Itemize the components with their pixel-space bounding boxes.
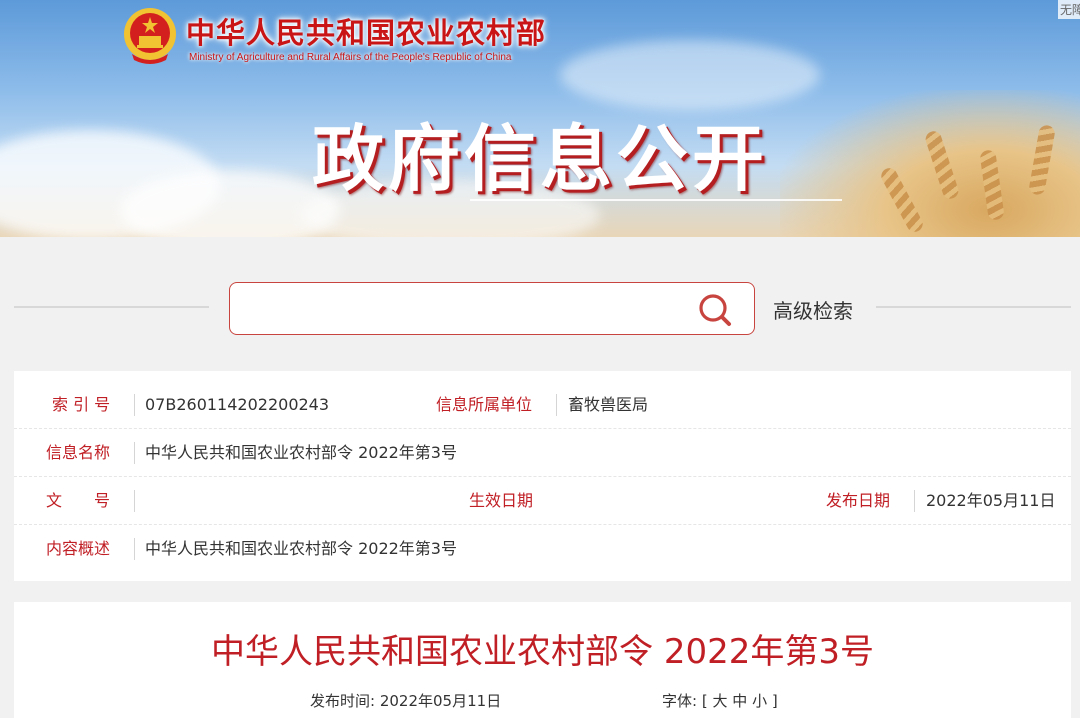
info-table: 索 引 号 07B260114202200243 信息所属单位 畜牧兽医局 信息…	[14, 371, 1071, 581]
font-size-medium-button[interactable]: 中	[732, 692, 747, 710]
publish-time: 发布时间: 2022年05月11日	[310, 690, 501, 711]
ministry-name-en: Ministry of Agriculture and Rural Affair…	[189, 52, 512, 63]
font-size-label: 字体:	[662, 692, 698, 710]
index-number-value: 07B260114202200243	[145, 395, 330, 414]
publish-time-label: 发布时间:	[310, 692, 376, 710]
publish-date-label: 发布日期	[826, 491, 891, 510]
search-section: 高级检索	[0, 237, 1080, 367]
banner-divider	[470, 199, 842, 201]
search-divider-left	[14, 306, 209, 308]
column-separator	[134, 394, 135, 416]
summary-value: 中华人民共和国农业农村部令 2022年第3号	[145, 539, 457, 558]
table-row: 内容概述 中华人民共和国农业农村部令 2022年第3号	[14, 525, 1071, 573]
index-number-label: 索 引 号	[52, 395, 111, 414]
search-icon[interactable]	[696, 293, 736, 327]
unit-value: 畜牧兽医局	[568, 395, 649, 414]
article-title: 中华人民共和国农业农村部令 2022年第3号	[211, 632, 874, 672]
search-input[interactable]	[242, 293, 682, 325]
font-size-bracket-close: ]	[771, 692, 778, 710]
doc-number-label: 文 号	[46, 491, 111, 510]
font-size-large-button[interactable]: 大	[712, 692, 727, 710]
column-separator	[134, 442, 135, 464]
info-name-label: 信息名称	[46, 443, 111, 462]
column-separator	[556, 394, 557, 416]
table-row: 索 引 号 07B260114202200243 信息所属单位 畜牧兽医局	[14, 381, 1071, 429]
info-name-value: 中华人民共和国农业农村部令 2022年第3号	[145, 443, 457, 462]
effective-date-label: 生效日期	[469, 491, 534, 510]
column-separator	[134, 490, 135, 512]
table-row: 文 号 生效日期 发布日期 2022年05月11日	[14, 477, 1071, 525]
publish-time-value: 2022年05月11日	[379, 692, 502, 710]
column-separator	[914, 490, 915, 512]
article-card: 中华人民共和国农业农村部令 2022年第3号 发布时间: 2022年05月11日…	[14, 602, 1071, 718]
table-row: 信息名称 中华人民共和国农业农村部令 2022年第3号	[14, 429, 1071, 477]
search-divider-right	[876, 306, 1071, 308]
national-emblem-icon[interactable]	[122, 6, 178, 64]
summary-label: 内容概述	[46, 539, 111, 558]
font-size-bracket-open: [	[701, 692, 708, 710]
unit-label: 信息所属单位	[436, 395, 533, 414]
column-separator	[134, 538, 135, 560]
banner-title: 政府信息公开	[312, 117, 769, 201]
advanced-search-link[interactable]: 高级检索	[773, 295, 853, 324]
publish-date-value: 2022年05月11日	[926, 491, 1056, 510]
accessibility-link[interactable]: 无障碍	[1058, 0, 1080, 19]
font-size-controls: 字体: [ 大 中 小 ]	[662, 690, 778, 711]
header-banner: 中华人民共和国农业农村部 Ministry of Agriculture and…	[0, 0, 1080, 237]
search-box	[229, 282, 755, 335]
ministry-name-cn[interactable]: 中华人民共和国农业农村部	[186, 10, 546, 52]
font-size-small-button[interactable]: 小	[752, 692, 767, 710]
